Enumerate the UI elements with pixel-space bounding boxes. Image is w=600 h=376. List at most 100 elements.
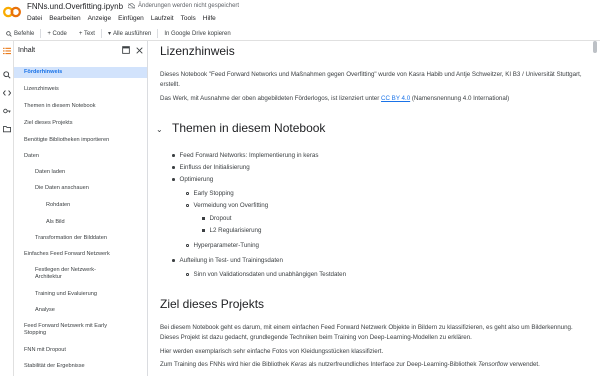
toc-item-label: Daten laden (35, 169, 66, 175)
bullet (202, 229, 205, 232)
sidebar: Inhalt Förderhinweis Lizenzhinweis Theme… (0, 41, 148, 376)
bullet (172, 178, 175, 181)
save-status-text: Änderungen werden nicht gespeichert (138, 3, 240, 9)
topic-item: Feed Forward Networks: Implementierung i… (172, 152, 318, 159)
goal-text-a: Zum Training des FNNs wird hier die Bibl… (160, 361, 291, 368)
menu-anzeige[interactable]: Anzeige (88, 15, 112, 22)
topic-item: Optimierung (172, 176, 213, 183)
topic-item: Dropout (202, 215, 232, 222)
toc-item-label: Daten (24, 153, 39, 159)
close-icon[interactable] (136, 46, 143, 54)
goal-text-b: als nutzerfreundliches Interface zur Dee… (306, 361, 479, 368)
toc-item-label: Als Bild (46, 219, 65, 225)
topic-text: Aufteilung in Test- und Trainingsdaten (179, 257, 283, 264)
notebook-content: Lizenzhinweis Dieses Notebook "Feed Forw… (148, 41, 600, 376)
save-status: Änderungen werden nicht gespeichert (128, 3, 239, 9)
topic-item: Vermeidung von Overfitting (186, 202, 268, 209)
topic-item: Einfluss der Initialisierung (172, 164, 250, 171)
bullet (186, 192, 189, 195)
search-icon[interactable] (3, 71, 11, 79)
topic-text: L2 Regularisierung (209, 227, 262, 234)
toc-item[interactable]: Einfaches Feed Forward Netzwerk (14, 251, 147, 258)
goal-paragraph-3: Zum Training des FNNs wird hier die Bibl… (160, 360, 600, 370)
toc-item-label: Einfaches Feed Forward Netzwerk (24, 251, 110, 257)
toc-item[interactable]: Themen in diesem Notebook (14, 103, 147, 110)
toc-item-label-line2: Stopping (24, 330, 47, 336)
license-paragraph: Dieses Notebook "Feed Forward Networks u… (160, 71, 582, 88)
toc-item-label: Benötigte Bibliotheken importieren (24, 137, 110, 143)
topic-text: Vermeidung von Overfitting (193, 202, 269, 209)
toc-item[interactable]: Förderhinweis (14, 67, 147, 78)
topic-text: Hyperparameter-Tuning (193, 242, 259, 249)
topic-item: L2 Regularisierung (202, 227, 261, 234)
toc-item[interactable]: Die Daten anschauen (14, 185, 147, 192)
topic-text: Einfluss der Initialisierung (179, 164, 250, 171)
topic-text: Optimierung (179, 176, 214, 183)
toc-item[interactable]: Feed Forward Netzwerk mit Early Stopping (14, 323, 147, 337)
topic-text: Dropout (209, 215, 232, 222)
topic-text: Early Stopping (193, 190, 234, 197)
toc-item[interactable]: Benötigte Bibliotheken importieren (14, 137, 147, 144)
colab-logo[interactable] (3, 5, 21, 19)
toc-item[interactable]: Festlegen der Netzwerk- Architektur (14, 267, 147, 281)
toc-item-label: Ziel dieses Projekts (24, 120, 73, 126)
toc-item-label: Themen in diesem Notebook (24, 103, 96, 109)
toc-item[interactable]: Daten laden (14, 169, 147, 176)
toc-item[interactable]: Ziel dieses Projekts (14, 120, 147, 127)
toc-item-label: Stabilität der Ergebnisse (24, 363, 85, 369)
toc-item-label: Rohdaten (46, 202, 71, 208)
toc-item[interactable]: FNN mit Dropout (14, 347, 147, 354)
menu-bar: Datei Bearbeiten Anzeige Einfügen Laufze… (27, 15, 216, 22)
license-paragraph-2: Das Werk, mit Ausnahme der oben abgebild… (160, 94, 590, 104)
commands-label: Befehle (14, 30, 35, 37)
table-of-contents-icon[interactable] (3, 47, 11, 55)
add-text-button[interactable]: + Text (73, 31, 101, 37)
notebook-filename[interactable]: FNNs.und.Overfitting.ipynb (27, 2, 123, 11)
menu-tools[interactable]: Tools (181, 15, 196, 22)
toc-item[interactable]: Transformation der Bilddaten (14, 235, 147, 242)
topics-heading: Themen in diesem Notebook (172, 121, 326, 135)
open-in-tab-icon[interactable] (122, 46, 130, 54)
license-link[interactable]: CC BY 4.0 (381, 95, 410, 102)
scrollbar-thumb[interactable] (593, 41, 597, 53)
copy-to-drive-button[interactable]: In Google Drive kopieren (158, 31, 236, 37)
menu-bearbeiten[interactable]: Bearbeiten (49, 15, 80, 22)
toc-item-label: Lizenzhinweis (24, 86, 59, 92)
folder-icon[interactable] (3, 125, 11, 133)
toc-item[interactable]: Rohdaten (14, 202, 147, 209)
goal-text-c: verwendet. (507, 361, 540, 368)
collapse-section-icon[interactable]: ⌄ (156, 125, 163, 134)
sidebar-rail (0, 41, 14, 376)
copy-to-drive-label: In Google Drive kopieren (164, 30, 231, 37)
bullet (186, 273, 189, 276)
topic-text: Feed Forward Networks: Implementierung i… (179, 152, 319, 159)
run-all-button[interactable]: ▾ Alle ausführen (102, 30, 157, 38)
license-heading: Lizenzhinweis (160, 44, 235, 58)
toc-item[interactable]: Training und Evaluierung (14, 291, 147, 298)
menu-einfuegen[interactable]: Einfügen (118, 15, 144, 22)
menu-datei[interactable]: Datei (27, 15, 42, 22)
add-text-label: + Text (78, 30, 95, 37)
topic-item: Early Stopping (186, 190, 234, 197)
license-text-a: Das Werk, mit Ausnahme der oben abgebild… (160, 95, 382, 102)
menu-laufzeit[interactable]: Laufzeit (151, 15, 174, 22)
topic-item: Hyperparameter-Tuning (186, 242, 259, 249)
menu-hilfe[interactable]: Hilfe (203, 15, 216, 22)
toc-item[interactable]: Als Bild (14, 219, 147, 226)
bullet (186, 244, 189, 247)
toc-item-label: Festlegen der Netzwerk- (35, 267, 96, 273)
bullet (172, 166, 175, 169)
bullet (186, 204, 189, 207)
toc-item[interactable]: Lizenzhinweis (14, 86, 147, 93)
cloud-off-icon (128, 3, 135, 9)
toc-item-label: Transformation der Bilddaten (35, 235, 107, 241)
add-code-button[interactable]: + Code (41, 31, 73, 37)
toc-item[interactable]: Daten (14, 153, 147, 160)
commands-button[interactable]: Befehle (0, 31, 40, 37)
toc-item[interactable]: Stabilität der Ergebnisse (14, 363, 147, 370)
key-icon[interactable] (3, 107, 11, 115)
goal-heading: Ziel dieses Projekts (160, 297, 265, 311)
toc-item[interactable]: Analyse (14, 307, 147, 314)
bullet (172, 259, 175, 262)
code-snippets-icon[interactable] (3, 89, 11, 97)
